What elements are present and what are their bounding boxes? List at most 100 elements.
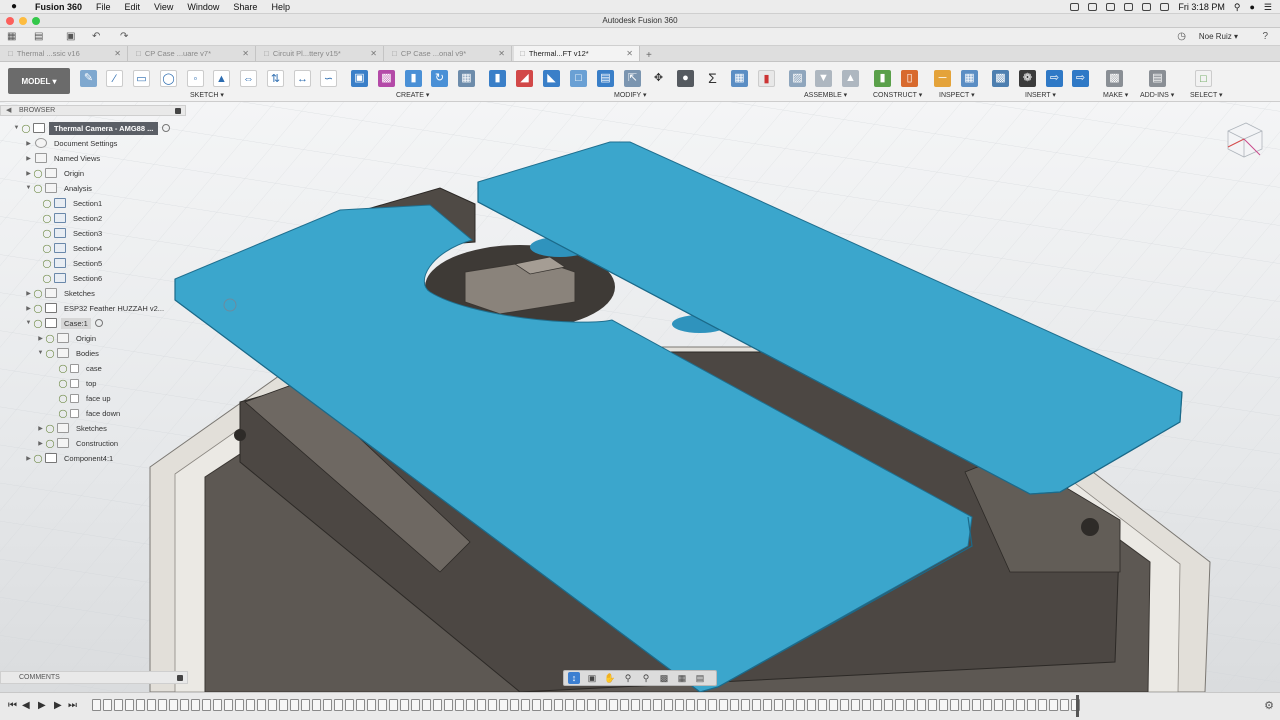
timeline-feature-icon[interactable]	[906, 699, 915, 711]
interference-icon[interactable]: ▦	[961, 70, 978, 87]
plane-at-angle-icon[interactable]: ▯	[901, 70, 918, 87]
close-tab-icon[interactable]: ✕	[242, 49, 249, 58]
as-built-joint-icon[interactable]: ▲	[842, 70, 859, 87]
visibility-bulb-icon[interactable]: ◯	[42, 244, 52, 253]
offset-icon[interactable]: ▲	[213, 70, 230, 87]
line-icon[interactable]: ∕	[106, 70, 123, 87]
timeline-feature-icon[interactable]	[367, 699, 376, 711]
timeline-feature-icon[interactable]	[994, 699, 1003, 711]
spline-icon[interactable]: ∽	[320, 70, 337, 87]
browser-panel-header[interactable]: ◀ BROWSER	[0, 105, 186, 116]
create-sketch-icon[interactable]: ✎	[80, 70, 97, 87]
visibility-bulb-icon[interactable]: ◯	[45, 424, 55, 433]
box-icon[interactable]: ▣	[351, 70, 368, 87]
expand-arrow-icon[interactable]: ▶	[24, 455, 33, 462]
battery-icon[interactable]	[1160, 3, 1170, 11]
timeline-feature-icon[interactable]	[840, 699, 849, 711]
dimension-icon[interactable]: ↔	[294, 70, 311, 87]
tree-node-section[interactable]: ◯ Section3	[42, 226, 105, 240]
parameters-icon[interactable]: Σ	[704, 70, 721, 87]
timeline-feature-icon[interactable]	[565, 699, 574, 711]
timeline-feature-icon[interactable]	[928, 699, 937, 711]
pattern-icon[interactable]: ▦	[458, 70, 475, 87]
visibility-bulb-icon[interactable]: ◯	[58, 394, 68, 403]
visibility-bulb-icon[interactable]: ◯	[58, 364, 68, 373]
close-window-button[interactable]	[6, 17, 14, 25]
timeline-feature-icon[interactable]	[818, 699, 827, 711]
tree-node-named-views[interactable]: ▶ Named Views	[24, 151, 103, 165]
go-to-end-icon[interactable]: ⏭	[68, 700, 77, 711]
volume-icon[interactable]	[1142, 3, 1152, 11]
step-back-icon[interactable]: ◀	[22, 700, 30, 711]
tree-node-construction[interactable]: ▶ ◯ Construction	[36, 436, 121, 450]
timeline-feature-icon[interactable]	[983, 699, 992, 711]
timeline-feature-icon[interactable]	[796, 699, 805, 711]
doc-tab-active[interactable]: □ Thermal...FT v12* ✕	[514, 46, 640, 61]
expand-arrow-icon[interactable]: ▶	[24, 170, 33, 177]
expand-arrow-icon[interactable]: ▼	[36, 350, 45, 356]
timeline-feature-icon[interactable]	[741, 699, 750, 711]
timeline-settings-gear-icon[interactable]: ⚙	[1264, 699, 1274, 712]
ribbon-group-select[interactable]: SELECT ▾	[1190, 91, 1223, 99]
timeline-feature-icon[interactable]	[356, 699, 365, 711]
timeline-feature-icon[interactable]	[169, 699, 178, 711]
timeline-feature-icon[interactable]	[521, 699, 530, 711]
doc-tab[interactable]: □ CP Case ...onal v9* ✕	[386, 46, 512, 61]
collapse-browser-icon[interactable]: ◀	[6, 106, 11, 116]
expand-arrow-icon[interactable]: ▼	[24, 320, 33, 326]
timeline-feature-icon[interactable]	[235, 699, 244, 711]
menu-window[interactable]: Window	[180, 2, 226, 12]
timeline-feature-icon[interactable]	[1005, 699, 1014, 711]
timeline-feature-icon[interactable]	[1060, 699, 1069, 711]
timeline-feature-icon[interactable]	[961, 699, 970, 711]
timeline-feature-icon[interactable]	[510, 699, 519, 711]
user-avatar-icon[interactable]: ●	[1249, 2, 1254, 12]
timeline-feature-icon[interactable]	[1016, 699, 1025, 711]
timeline-marker[interactable]	[1076, 695, 1079, 717]
timeline-feature-icon[interactable]	[301, 699, 310, 711]
expand-arrow-icon[interactable]: ▶	[36, 425, 45, 432]
timeline-feature-icon[interactable]	[477, 699, 486, 711]
pin-icon[interactable]	[175, 108, 181, 114]
pin-icon[interactable]	[177, 675, 183, 681]
timeline-feature-icon[interactable]	[202, 699, 211, 711]
data-panel-grid-icon[interactable]: ▦	[7, 31, 16, 42]
tree-node-body[interactable]: ◯ face up	[58, 391, 114, 405]
timeline-feature-icon[interactable]	[719, 699, 728, 711]
timeline-feature-icon[interactable]	[158, 699, 167, 711]
timeline-feature-icon[interactable]	[334, 699, 343, 711]
activate-radio[interactable]	[162, 124, 171, 132]
visibility-bulb-icon[interactable]: ◯	[33, 454, 43, 463]
timeline-feature-icon[interactable]	[1027, 699, 1036, 711]
ribbon-group-addins[interactable]: ADD-INS ▾	[1140, 91, 1174, 99]
visibility-bulb-icon[interactable]: ◯	[33, 169, 43, 178]
visibility-bulb-icon[interactable]: ◯	[21, 124, 31, 133]
tree-node-component4[interactable]: ▶ ◯ Component4:1	[24, 451, 116, 465]
menu-fusion360[interactable]: Fusion 360	[28, 2, 89, 12]
step-forward-icon[interactable]: ▶	[54, 700, 62, 711]
measure-icon[interactable]: ─	[934, 70, 951, 87]
spotlight-icon[interactable]: ⚲	[1234, 2, 1241, 13]
timeline-feature-icon[interactable]	[290, 699, 299, 711]
timeline-feature-icon[interactable]	[763, 699, 772, 711]
timeline-feature-icon[interactable]	[411, 699, 420, 711]
file-menu-icon[interactable]: ▤	[34, 31, 43, 42]
tree-node-document-settings[interactable]: ▶ Document Settings	[24, 136, 120, 150]
job-status-icon[interactable]: ◷	[1177, 31, 1186, 42]
comments-panel-header[interactable]: COMMENTS	[0, 671, 188, 684]
visibility-bulb-icon[interactable]: ◯	[33, 289, 43, 298]
attached-canvas-icon[interactable]: ▩	[992, 70, 1009, 87]
tree-node-body[interactable]: ◯ top	[58, 376, 99, 390]
extrude-icon[interactable]: ▮	[405, 70, 422, 87]
zoom-window-button[interactable]	[32, 17, 40, 25]
timeline-feature-icon[interactable]	[851, 699, 860, 711]
timeline-feature-icon[interactable]	[114, 699, 123, 711]
visibility-bulb-icon[interactable]: ◯	[45, 349, 55, 358]
move-icon[interactable]: ✥	[650, 70, 667, 87]
timeline-feature-icon[interactable]	[268, 699, 277, 711]
ribbon-group-sketch[interactable]: SKETCH ▾	[190, 91, 224, 99]
timeline-feature-icon[interactable]	[433, 699, 442, 711]
timeline-feature-icon[interactable]	[939, 699, 948, 711]
scale-icon[interactable]: ⇱	[624, 70, 641, 87]
close-tab-icon[interactable]: ✕	[370, 49, 377, 58]
